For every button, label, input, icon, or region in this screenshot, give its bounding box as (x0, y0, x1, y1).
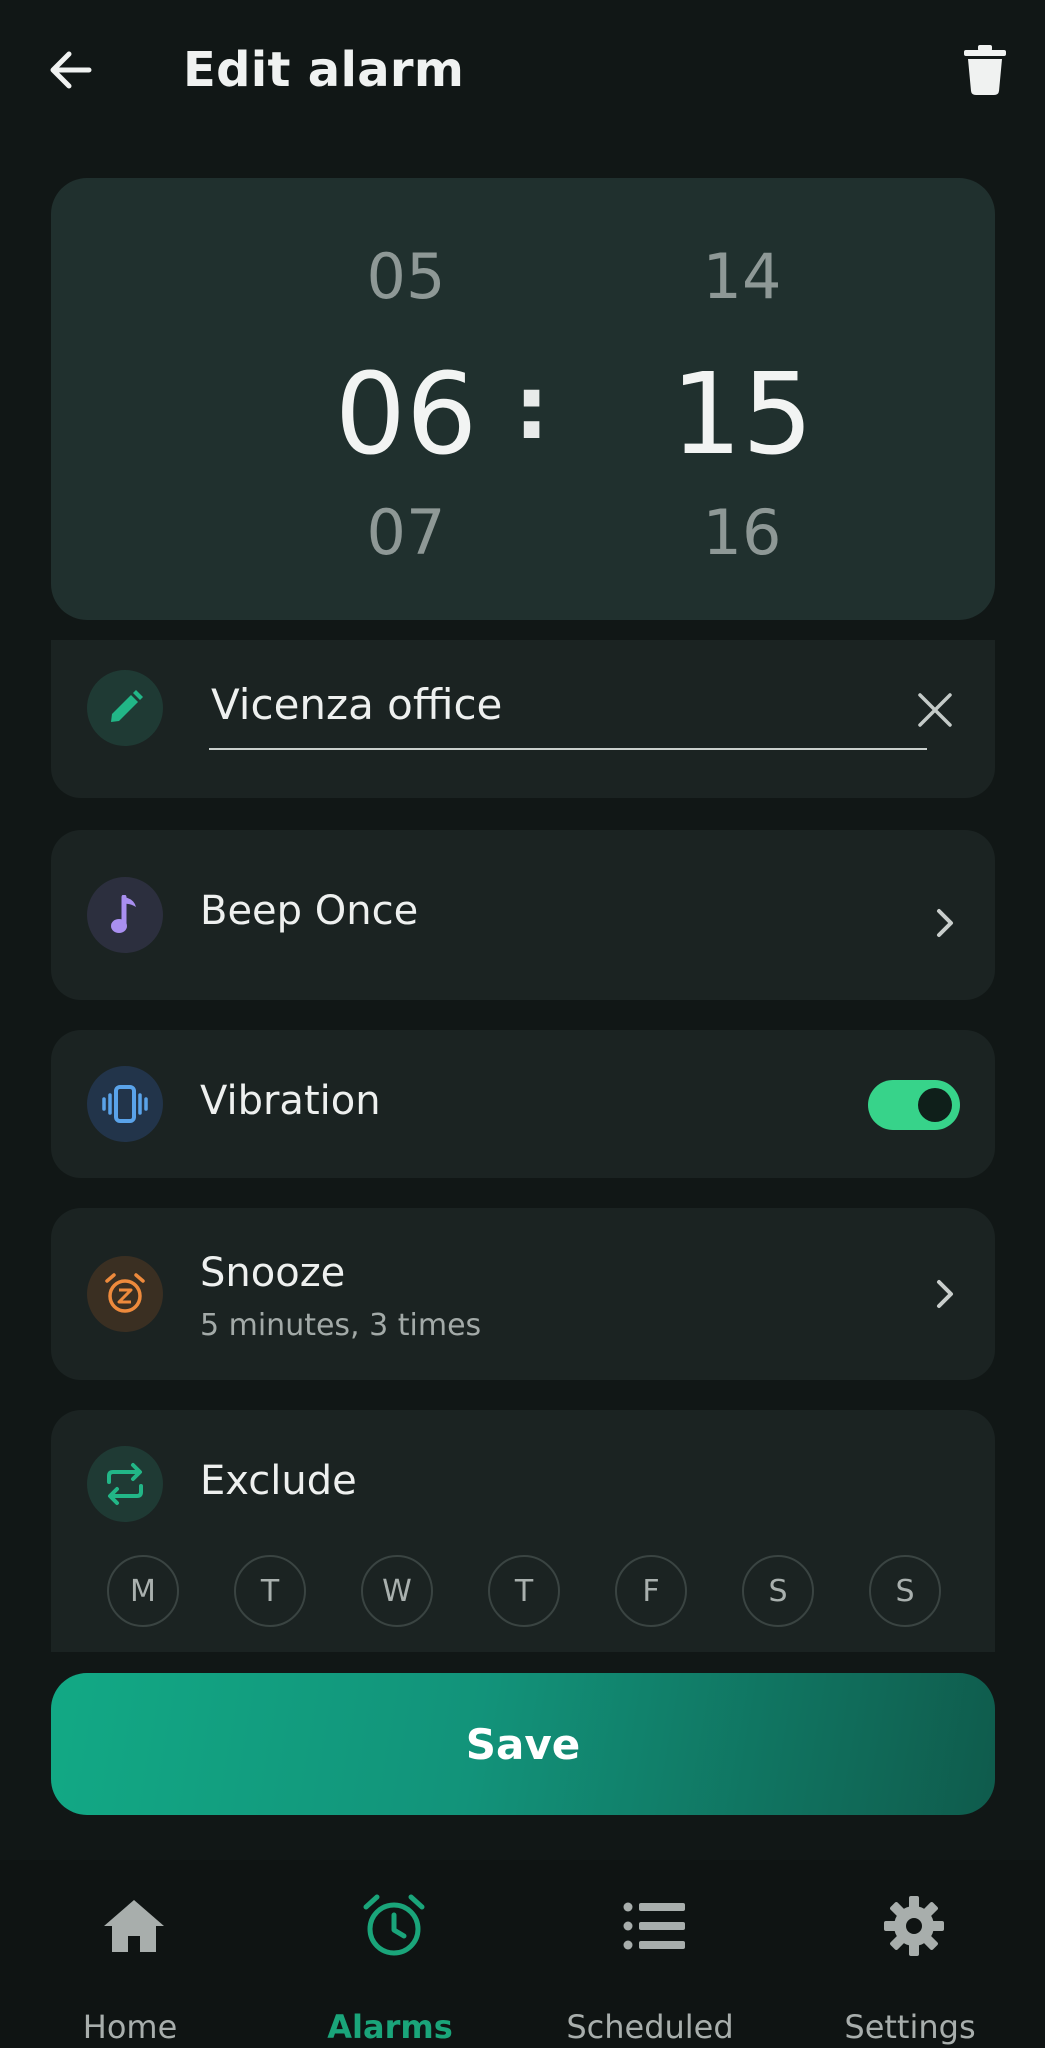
snooze-row[interactable]: Snooze 5 minutes, 3 times (51, 1208, 995, 1380)
alarm-name-input[interactable]: Vicenza office (209, 670, 927, 750)
vibration-label: Vibration (200, 1078, 381, 1124)
snooze-icon-circle (87, 1256, 163, 1332)
hour-prev[interactable]: 05 (306, 240, 506, 313)
clear-name-button[interactable] (911, 686, 959, 734)
save-button[interactable]: Save (51, 1673, 995, 1815)
app-header: Edit alarm (0, 0, 1045, 150)
nav-label-scheduled: Scheduled (566, 2008, 734, 2046)
close-icon (918, 693, 952, 727)
snooze-label: Snooze (200, 1250, 346, 1296)
time-picker[interactable]: 05 06 07 : 14 15 16 (51, 178, 995, 620)
day-toggle-tuesday[interactable]: T (234, 1555, 306, 1627)
vibration-icon (102, 1085, 148, 1123)
minute-prev[interactable]: 14 (642, 240, 842, 313)
music-note-icon (111, 895, 136, 933)
nav-item-scheduled[interactable]: Scheduled (520, 1860, 780, 2048)
day-toggle-saturday[interactable]: S (742, 1555, 814, 1627)
nav-item-alarms[interactable]: Alarms (260, 1860, 520, 2048)
day-toggle-monday[interactable]: M (107, 1555, 179, 1627)
home-icon (100, 1892, 168, 1960)
label-card: Vicenza office (51, 640, 995, 798)
gear-icon (880, 1892, 948, 1960)
vibration-icon-circle (87, 1066, 163, 1142)
bottom-navigation: Home Alarms Scheduled Settings (0, 1860, 1045, 2048)
arrow-left-icon (50, 51, 92, 89)
snooze-icon (105, 1273, 145, 1313)
vibration-row: Vibration (51, 1030, 995, 1178)
nav-label-home: Home (82, 2008, 178, 2046)
alarm-clock-icon (360, 1892, 428, 1960)
day-toggle-friday[interactable]: F (615, 1555, 687, 1627)
day-toggle-thursday[interactable]: T (488, 1555, 560, 1627)
back-button[interactable] (40, 40, 100, 100)
minute-next[interactable]: 16 (642, 496, 842, 569)
chevron-right-icon (925, 1274, 965, 1314)
sound-icon-circle (87, 877, 163, 953)
chevron-right-icon (925, 903, 965, 943)
trash-icon (964, 45, 1006, 95)
vibration-toggle[interactable] (868, 1080, 960, 1130)
nav-item-home[interactable]: Home (0, 1860, 260, 2048)
nav-label-settings: Settings (844, 2008, 976, 2046)
nav-label-alarms: Alarms (327, 2008, 453, 2046)
repeat-icon (107, 1463, 143, 1505)
pencil-icon (111, 690, 143, 722)
hour-next[interactable]: 07 (306, 496, 506, 569)
minute-selected[interactable]: 15 (642, 350, 842, 480)
day-toggle-sunday[interactable]: S (869, 1555, 941, 1627)
exclude-days: M T W T F S S (107, 1555, 947, 1629)
sound-label: Beep Once (200, 888, 419, 934)
sound-row[interactable]: Beep Once (51, 830, 995, 1000)
delete-button[interactable] (955, 40, 1015, 100)
exclude-card: Exclude M T W T F S S (51, 1410, 995, 1652)
toggle-knob (918, 1088, 952, 1122)
day-toggle-wednesday[interactable]: W (361, 1555, 433, 1627)
label-icon-circle (87, 670, 163, 746)
page-title: Edit alarm (183, 42, 465, 98)
hour-selected[interactable]: 06 (306, 350, 506, 480)
exclude-label: Exclude (200, 1458, 357, 1504)
snooze-detail: 5 minutes, 3 times (200, 1308, 482, 1343)
time-separator: : (514, 356, 550, 459)
nav-item-settings[interactable]: Settings (780, 1860, 1040, 2048)
list-icon (620, 1892, 688, 1960)
exclude-icon-circle (87, 1446, 163, 1522)
